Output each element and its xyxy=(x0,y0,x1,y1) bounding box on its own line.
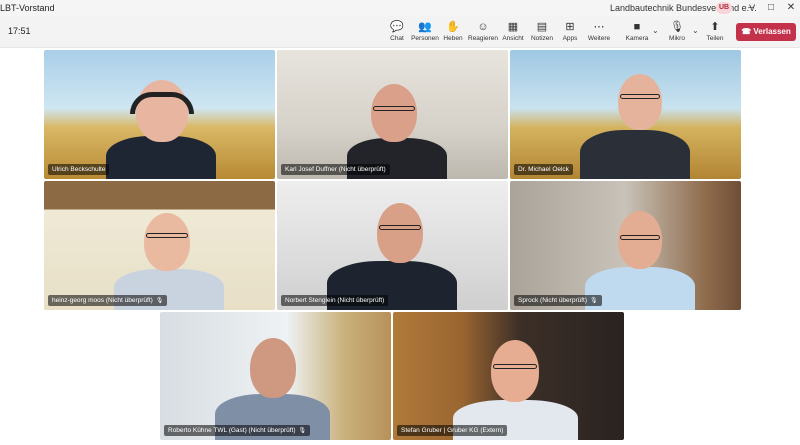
participant-face xyxy=(618,74,662,130)
title-bar: LBT-Vorstand Landbautechnik Bundesverban… xyxy=(0,0,800,16)
video-tile[interactable]: heinz-georg moos (Nicht überprüft) 🎙 xyxy=(44,181,275,310)
glasses-icon xyxy=(379,225,421,230)
window-title: LBT-Vorstand xyxy=(0,3,55,13)
participant-name: heinz-georg moos (Nicht überprüft) 🎙 xyxy=(48,295,168,306)
participant-name: Ulrich Beckschulte xyxy=(48,164,110,175)
mic-options-chevron-icon[interactable]: ⌄ xyxy=(692,26,699,35)
more-button[interactable]: ⋯ Weitere xyxy=(584,20,614,46)
participant-face xyxy=(491,340,539,402)
notes-button[interactable]: ▤ Notizen xyxy=(527,20,557,46)
more-icon: ⋯ xyxy=(593,21,605,33)
chat-icon: 💬 xyxy=(390,21,404,33)
video-tile[interactable]: Ulrich Beckschulte xyxy=(44,50,275,179)
participant-name: Norbert Stenglein (Nicht überprüft) xyxy=(281,295,389,306)
glasses-icon xyxy=(620,94,660,99)
glasses-icon xyxy=(493,364,537,369)
meeting-toolbar: 17:51 💬 Chat 👥 Personen ✋ Heben ☺ Reagie… xyxy=(0,16,800,48)
people-button[interactable]: 👥 Personen xyxy=(410,20,440,46)
camera-button[interactable]: ■ Kamera xyxy=(622,20,652,46)
participant-name: Roberto Kühne TWL (Gast) (Nicht überprüf… xyxy=(164,425,311,436)
mic-button[interactable]: 🎙 Mikro xyxy=(662,20,692,46)
participant-video xyxy=(106,136,216,179)
participant-name: Dr. Michael Oelck xyxy=(514,164,573,175)
participant-face xyxy=(377,203,423,263)
camera-icon: ■ xyxy=(633,21,641,33)
maximize-button[interactable]: □ xyxy=(764,1,778,15)
glasses-icon xyxy=(620,235,660,240)
video-tile[interactable]: Sprock (Nicht überprüft) 🎙 xyxy=(510,181,741,310)
organization-name: Landbautechnik Bundesverband e.V. xyxy=(610,3,757,13)
people-icon: 👥 xyxy=(418,21,432,33)
participant-name: Stefan Gruber | Gruber KG (Extern) xyxy=(397,425,508,436)
camera-options-chevron-icon[interactable]: ⌄ xyxy=(652,26,659,35)
participant-face xyxy=(144,213,190,271)
participant-face xyxy=(371,84,417,142)
phone-hangup-icon: ☎ xyxy=(741,27,752,36)
participant-face xyxy=(618,211,662,269)
participant-face xyxy=(250,338,296,398)
microphone-icon: 🎙 xyxy=(670,21,684,33)
raise-hand-button[interactable]: ✋ Heben xyxy=(438,20,468,46)
video-tile[interactable]: Roberto Kühne TWL (Gast) (Nicht überprüf… xyxy=(160,312,391,440)
chat-button[interactable]: 💬 Chat xyxy=(382,20,412,46)
video-tile[interactable]: Karl Josef Duffner (Nicht überprüft) xyxy=(277,50,508,179)
react-button[interactable]: ☺ Reagieren xyxy=(468,20,498,46)
headset-icon xyxy=(130,92,194,114)
minimize-button[interactable]: – xyxy=(744,1,758,15)
video-tile[interactable]: Stefan Gruber | Gruber KG (Extern) xyxy=(393,312,624,440)
participant-name: Karl Josef Duffner (Nicht überprüft) xyxy=(281,164,390,175)
video-tile[interactable]: Norbert Stenglein (Nicht überprüft) xyxy=(277,181,508,310)
apps-button[interactable]: ⊞ Apps xyxy=(555,20,585,46)
muted-mic-icon: 🎙 xyxy=(155,298,164,304)
hand-icon: ✋ xyxy=(446,21,460,33)
smiley-icon: ☺ xyxy=(477,21,489,33)
glasses-icon xyxy=(146,233,188,238)
meeting-timer: 17:51 xyxy=(8,26,31,36)
share-icon: ⬆ xyxy=(710,21,720,33)
participant-name: Sprock (Nicht überprüft) 🎙 xyxy=(514,295,602,306)
video-gallery: Ulrich Beckschulte Karl Josef Duffner (N… xyxy=(0,48,800,445)
close-window-button[interactable]: ✕ xyxy=(784,1,798,15)
glasses-icon xyxy=(373,106,415,111)
view-button[interactable]: ▦ Ansicht xyxy=(498,20,528,46)
muted-mic-icon: 🎙 xyxy=(298,428,307,434)
share-button[interactable]: ⬆ Teilen xyxy=(700,20,730,46)
notes-icon: ▤ xyxy=(536,21,548,33)
grid-icon: ▦ xyxy=(507,21,519,33)
video-tile[interactable]: Dr. Michael Oelck xyxy=(510,50,741,179)
participant-video xyxy=(580,130,690,179)
user-avatar-badge[interactable]: UB xyxy=(716,2,732,14)
muted-mic-icon: 🎙 xyxy=(590,298,598,304)
apps-icon: ⊞ xyxy=(565,21,575,33)
leave-button[interactable]: ☎ Verlassen xyxy=(736,23,796,41)
